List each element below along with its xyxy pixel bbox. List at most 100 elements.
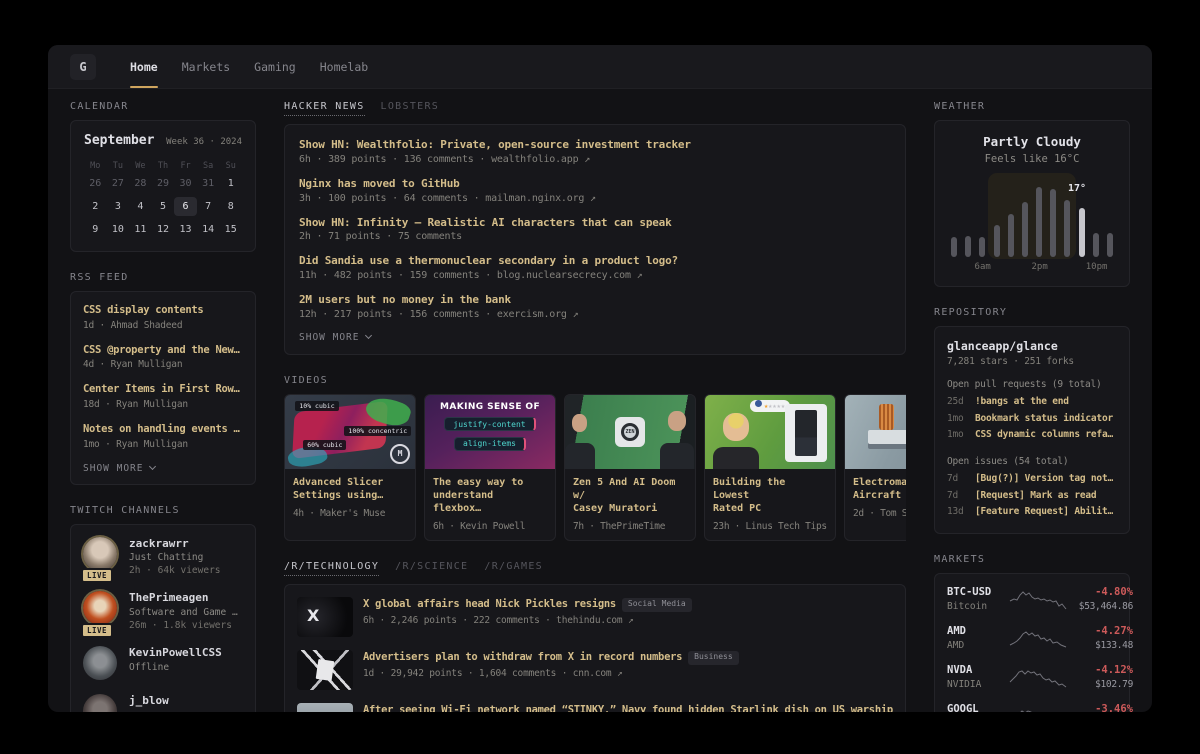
video-thumbnail[interactable] <box>845 395 906 469</box>
twitch-channel-row[interactable]: LIVE ThePrimeagen Software and Game Deve… <box>83 591 243 632</box>
pr-age: 25d <box>947 394 969 411</box>
video-title[interactable]: Electroma Aircraft <box>853 476 906 502</box>
market-row[interactable]: GOOGL Google -3.46% $151.81 <box>947 703 1117 712</box>
rss-item-title[interactable]: CSS display contents <box>83 304 243 318</box>
twitch-channel-row[interactable]: LIVE zackrawrr Just Chatting 2h · 64k vi… <box>83 537 243 578</box>
reddit-tabs: /R/TECHNOLOGY /R/SCIENCE /R/GAMES <box>284 561 906 576</box>
post-thumbnail[interactable] <box>297 650 353 690</box>
tab-hacker-news[interactable]: HACKER NEWS <box>284 101 365 116</box>
nav-item[interactable]: Markets <box>170 45 242 88</box>
video-meta: 7h · ThePrimeTime <box>573 521 687 532</box>
app-window: G Home Markets Gaming Homelab <box>48 45 1152 712</box>
hackernews-show-more-button[interactable]: SHOW MORE <box>299 332 891 343</box>
ticker-symbol[interactable]: AMD <box>947 625 1009 637</box>
video-card[interactable]: 10% cubic 100% concentric 60% cubic M Ad… <box>284 394 416 542</box>
rss-item-title[interactable]: Center Items in First Row with… <box>83 383 243 397</box>
middle-column: HACKER NEWS LOBSTERS Show HN: Wealthfoli… <box>284 101 906 712</box>
nav-item[interactable]: Home <box>118 45 170 88</box>
news-item-title[interactable]: Show HN: Wealthfolio: Private, open-sour… <box>299 138 891 152</box>
rss-item[interactable]: Center Items in First Row with… 18d · Ry… <box>83 383 243 410</box>
news-item-title[interactable]: Did Sandia use a thermonuclear secondary… <box>299 254 891 268</box>
news-item[interactable]: Show HN: Infinity – Realistic AI charact… <box>299 216 891 243</box>
issue-list: 7d [Bug(?)] Version tag not showin… 7d [… <box>947 471 1117 521</box>
video-card[interactable]: MAKING SENSE OF justify-content align-it… <box>424 394 556 542</box>
issue-item[interactable]: 7d [Request] Mark as read <box>947 488 1117 505</box>
twitch-channel-row[interactable]: KevinPowellCSS Offline <box>83 646 243 680</box>
news-item[interactable]: 2M users but no money in the bank 12h · … <box>299 293 891 320</box>
pull-request-item[interactable]: 25d !bangs at the end <box>947 394 1117 411</box>
post-thumbnail[interactable] <box>297 703 353 712</box>
twitch-channel-name[interactable]: ThePrimeagen <box>129 591 243 605</box>
news-item-title[interactable]: Show HN: Infinity – Realistic AI charact… <box>299 216 891 230</box>
ticker-symbol[interactable]: BTC-USD <box>947 586 1009 598</box>
news-item[interactable]: Did Sandia use a thermonuclear secondary… <box>299 254 891 281</box>
avatar <box>83 537 117 571</box>
reddit-post-title[interactable]: Advertisers plan to withdraw from X in r… <box>363 651 682 663</box>
rss-item-title[interactable]: CSS @property and the New Style <box>83 344 243 358</box>
video-title[interactable]: Advanced Slicer Settings using… <box>293 476 407 502</box>
nav-item[interactable]: Gaming <box>242 45 308 88</box>
twitch-channel-name[interactable]: KevinPowellCSS <box>129 646 222 660</box>
flair-badge: Business <box>688 651 739 665</box>
issue-title[interactable]: [Request] Mark as read <box>975 488 1096 505</box>
issue-title[interactable]: [Feature Request] Ability to ch… <box>975 504 1117 521</box>
calendar-day: 10 <box>107 220 130 239</box>
news-item-title[interactable]: Nginx has moved to GitHub <box>299 177 891 191</box>
video-title[interactable]: Zen 5 And AI Doom w/ Casey Muratori <box>573 476 687 516</box>
pull-request-item[interactable]: 1mo Bookmark status indicator <box>947 411 1117 428</box>
reddit-post-row[interactable]: After seeing Wi-Fi network named “STINKY… <box>297 703 893 712</box>
rss-show-more-button[interactable]: SHOW MORE <box>83 463 243 474</box>
ticker-symbol[interactable]: GOOGL <box>947 703 1009 712</box>
pr-title[interactable]: Bookmark status indicator <box>975 411 1113 428</box>
videos-widget: VIDEOS 10% cubic 100% concentric 60% cub… <box>284 375 906 542</box>
app-logo[interactable]: G <box>70 54 96 80</box>
weather-bars <box>951 181 1113 257</box>
video-thumbnail[interactable]: ZEN <box>565 395 695 469</box>
tab-r-technology[interactable]: /R/TECHNOLOGY <box>284 561 379 576</box>
nav-item[interactable]: Homelab <box>308 45 380 88</box>
post-thumbnail[interactable]: X <box>297 597 353 637</box>
rss-item[interactable]: Notes on handling events in We… 1mo · Ry… <box>83 423 243 450</box>
news-item-title[interactable]: 2M users but no money in the bank <box>299 293 891 307</box>
market-row[interactable]: AMD AMD -4.27% $133.48 <box>947 625 1117 651</box>
pr-title[interactable]: !bangs at the end <box>975 394 1069 411</box>
reddit-post-title[interactable]: After seeing Wi-Fi network named “STINKY… <box>363 703 893 712</box>
twitch-channel-name[interactable]: j_blow <box>129 694 169 708</box>
tab-r-games[interactable]: /R/GAMES <box>484 561 543 576</box>
video-card[interactable]: ★★★★★ Building the Lowest Rated PC 23h ·… <box>704 394 836 542</box>
tab-lobsters[interactable]: LOBSTERS <box>381 101 440 116</box>
reddit-post-row[interactable]: Advertisers plan to withdraw from X in r… <box>297 650 893 690</box>
weather-bar <box>1036 187 1042 257</box>
twitch-channel-name[interactable]: zackrawrr <box>129 537 221 551</box>
rss-item[interactable]: CSS display contents 1d · Ahmad Shadeed <box>83 304 243 331</box>
news-item[interactable]: Nginx has moved to GitHub 3h · 100 point… <box>299 177 891 204</box>
pull-request-item[interactable]: 1mo CSS dynamic columns refactor an… <box>947 427 1117 444</box>
tab-r-science[interactable]: /R/SCIENCE <box>395 561 468 576</box>
market-row[interactable]: BTC-USD Bitcoin -4.80% $53,464.86 <box>947 586 1117 612</box>
twitch-channel-row[interactable]: j_blow <box>83 694 243 712</box>
video-card[interactable]: ZEN Zen 5 And AI Doom w/ Casey Muratori … <box>564 394 696 542</box>
reddit-post-title[interactable]: X global affairs head Nick Pickles resig… <box>363 598 616 610</box>
video-title[interactable]: Building the Lowest Rated PC <box>713 476 827 516</box>
ticker-symbol[interactable]: NVDA <box>947 664 1009 676</box>
weather-hourly-chart: 17° <box>947 181 1117 257</box>
weather-card: Partly Cloudy Feels like 16°C 17° 6am 2p… <box>934 120 1130 287</box>
video-card[interactable]: Electroma Aircraft 2d · Tom S <box>844 394 906 542</box>
video-thumbnail[interactable]: MAKING SENSE OF justify-content align-it… <box>425 395 555 469</box>
video-title[interactable]: The easy way to understand flexbox… <box>433 476 547 516</box>
reddit-post-row[interactable]: X X global affairs head Nick Pickles res… <box>297 597 893 637</box>
issue-item[interactable]: 7d [Bug(?)] Version tag not showin… <box>947 471 1117 488</box>
sparkline-chart <box>1009 666 1067 688</box>
calendar-day: 12 <box>152 220 175 239</box>
news-item[interactable]: Show HN: Wealthfolio: Private, open-sour… <box>299 138 891 165</box>
video-thumbnail[interactable]: ★★★★★ <box>705 395 835 469</box>
issue-item[interactable]: 13d [Feature Request] Ability to ch… <box>947 504 1117 521</box>
video-thumbnail[interactable]: 10% cubic 100% concentric 60% cubic M <box>285 395 415 469</box>
pr-title[interactable]: CSS dynamic columns refactor an… <box>975 427 1117 444</box>
rss-item[interactable]: CSS @property and the New Style 4d · Rya… <box>83 344 243 371</box>
issue-title[interactable]: [Bug(?)] Version tag not showin… <box>975 471 1117 488</box>
issue-age: 7d <box>947 471 969 488</box>
repository-name[interactable]: glanceapp/glance <box>947 339 1117 353</box>
market-row[interactable]: NVDA NVIDIA -4.12% $102.79 <box>947 664 1117 690</box>
rss-item-title[interactable]: Notes on handling events in We… <box>83 423 243 437</box>
